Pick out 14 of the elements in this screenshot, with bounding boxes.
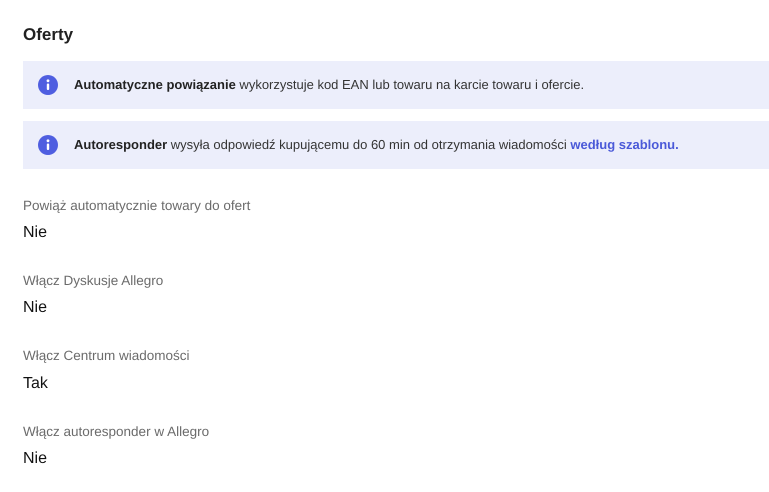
- info-icon: [38, 74, 58, 94]
- setting-label: Włącz autoresponder w Allegro: [23, 422, 210, 440]
- info-text: Autoresponder wysyła odpowiedź kupującemu do 60 min od otrzymania wiadomości według szablonu.: [74, 136, 679, 154]
- template-link[interactable]: według szablonu.: [570, 136, 679, 152]
- section-title: Oferty: [23, 24, 74, 46]
- setting-label: Włącz Centrum wiadomości: [23, 347, 191, 365]
- setting-value: Tak: [23, 374, 49, 394]
- setting-value: Nie: [23, 298, 48, 318]
- setting-value: Nie: [23, 223, 48, 244]
- info-text: Automatyczne powiązanie wykorzystuje kod EAN lub towaru na karcie towaru i ofercie.: [74, 76, 584, 94]
- setting-label: Powiąż automatycznie towary do ofert: [23, 196, 252, 214]
- setting-label: Włącz Dyskusje Allegro: [23, 272, 164, 290]
- info-icon: [38, 134, 58, 154]
- setting-value: Nie: [23, 449, 48, 470]
